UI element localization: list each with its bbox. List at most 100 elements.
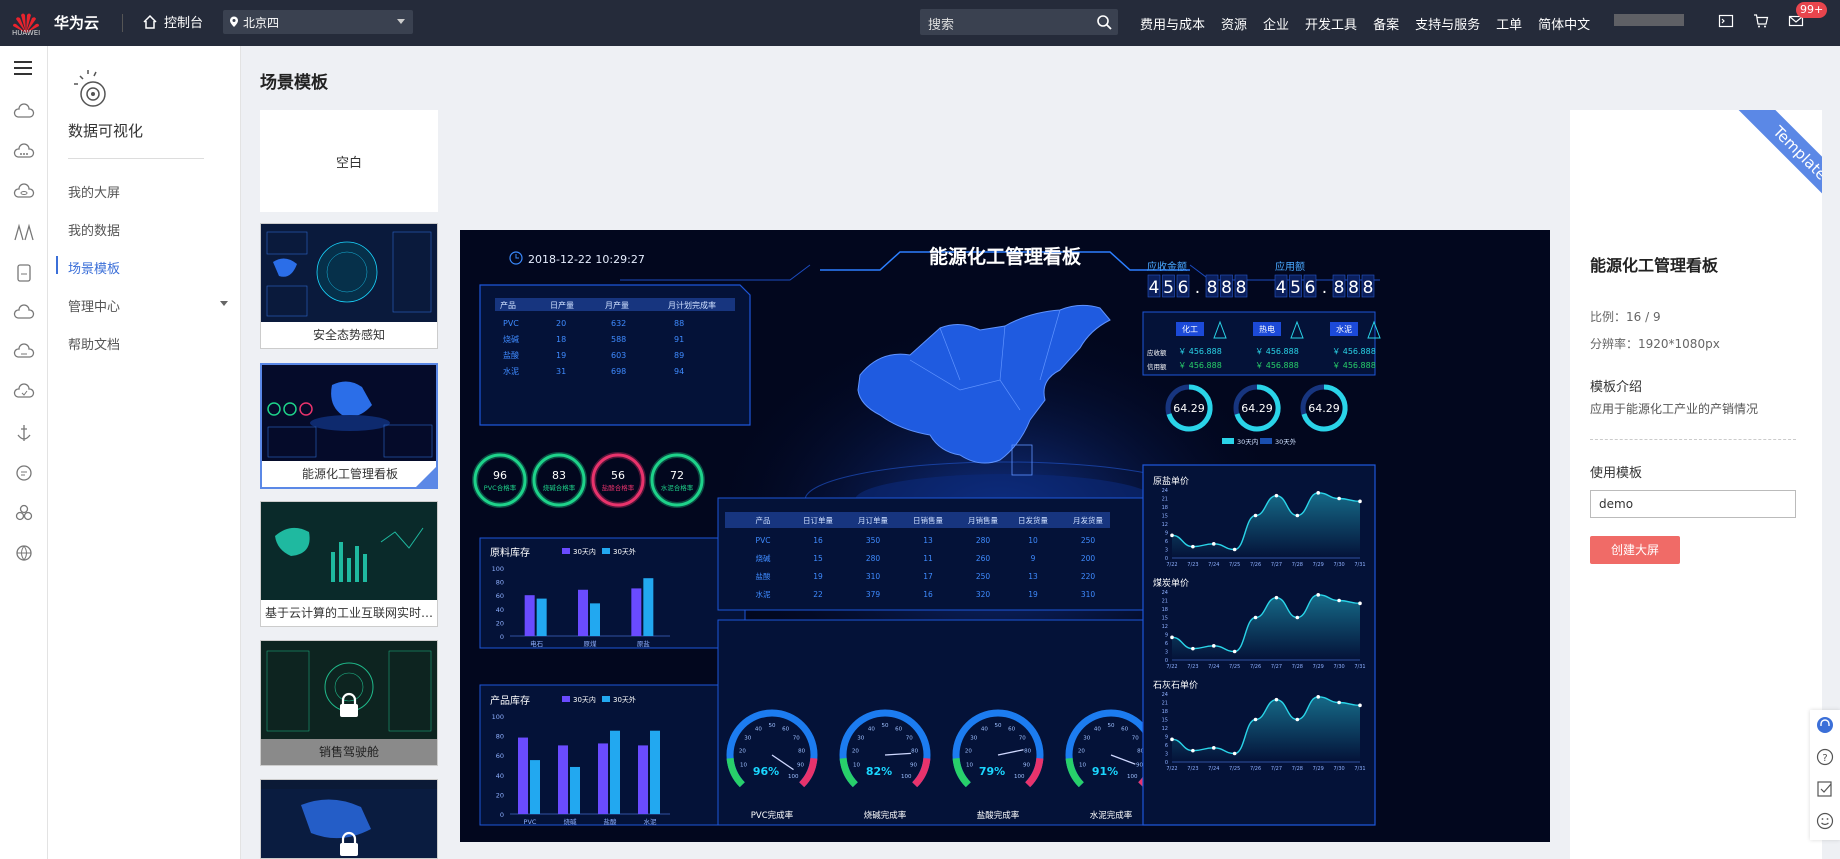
table-header: 月发货量 (1073, 515, 1103, 525)
y-tick: 3 (1165, 752, 1168, 758)
cloud-server-icon[interactable] (13, 102, 35, 124)
cart-icon[interactable] (1753, 13, 1769, 29)
nav-language[interactable]: 简体中文 (1538, 14, 1590, 33)
search-icon[interactable] (1096, 14, 1112, 30)
gauge-tick: 80 (1024, 748, 1031, 754)
gauge-tick: 100 (901, 774, 912, 780)
price-point (1253, 615, 1258, 620)
y-tick: 6 (1165, 539, 1168, 545)
y-tick: 6 (1165, 743, 1168, 749)
x-tick: 7/25 (1229, 664, 1240, 670)
feedback-icon[interactable] (1816, 780, 1834, 798)
account-name-redacted[interactable] (1614, 14, 1684, 26)
cloud-security-icon[interactable] (13, 382, 35, 404)
template-card-security[interactable]: 安全态势感知 (260, 223, 438, 349)
console-link[interactable]: 控制台 (142, 12, 203, 31)
gauge-tick: 10 (853, 762, 860, 768)
template-blank[interactable]: 空白 (260, 110, 438, 212)
nav-my-data[interactable]: 我的数据 (68, 220, 238, 239)
nav-cost[interactable]: 费用与成本 (1140, 14, 1205, 33)
price-point (1191, 748, 1195, 753)
service-sidebar: 数据可视化 我的大屏 我的数据 场景模板 管理中心 帮助文档 (48, 46, 241, 859)
x-tick: 原盐 (637, 639, 651, 648)
quality-label: 水泥合格率 (661, 483, 694, 492)
y-tick: 21 (1162, 599, 1168, 605)
template-card-sales[interactable]: 销售驾驶舱 (260, 640, 438, 766)
screen-name-input[interactable] (1590, 490, 1796, 518)
quality-value: 56 (611, 469, 625, 482)
cloud-network-icon[interactable] (13, 342, 35, 364)
globe-icon[interactable] (13, 542, 35, 564)
gauge-tick: 30 (970, 735, 977, 741)
x-tick: 7/25 (1229, 766, 1240, 772)
price-title: 原盐单价 (1153, 475, 1189, 487)
table-cell: 烧碱 (756, 553, 771, 563)
nav-help-docs[interactable]: 帮助文档 (68, 334, 238, 353)
nav-enterprise[interactable]: 企业 (1263, 14, 1289, 33)
x-tick: 7/27 (1271, 664, 1282, 670)
nav-scene-templates[interactable]: 场景模板 (56, 256, 238, 277)
left-rail (0, 46, 48, 859)
x-tick: 7/22 (1166, 766, 1177, 772)
bar-in30 (578, 589, 588, 636)
cluster-icon[interactable] (13, 502, 35, 524)
brand-name[interactable]: 华为云 (54, 12, 99, 33)
anchor-icon[interactable] (13, 422, 35, 444)
template-card-label: 销售驾驶舱 (261, 739, 437, 765)
chevron-down-icon (220, 301, 228, 306)
menu-icon[interactable] (13, 60, 33, 76)
nav-icp[interactable]: 备案 (1373, 14, 1399, 33)
table-cell: 19 (1028, 590, 1038, 599)
storage-icon[interactable] (13, 262, 35, 284)
table-cell: 盐酸 (756, 571, 771, 581)
smile-icon[interactable] (1816, 812, 1834, 830)
template-card-locked[interactable] (260, 779, 438, 859)
y-tick: 60 (496, 752, 504, 760)
table-cell: 16 (923, 590, 933, 599)
y-tick: 24 (1162, 590, 1168, 596)
template-card-energy[interactable]: 能源化工管理看板 (260, 363, 438, 489)
nav-tickets[interactable]: 工单 (1496, 14, 1522, 33)
y-tick: 21 (1162, 497, 1168, 503)
search-input[interactable]: 搜索 (920, 9, 1118, 35)
y-tick: 9 (1165, 633, 1168, 639)
y-tick: 100 (492, 565, 504, 573)
customer-service-icon[interactable] (1816, 716, 1834, 734)
floating-toolbar: ? (1810, 710, 1840, 840)
table-cell: 20 (556, 319, 566, 328)
price-point (1232, 649, 1237, 654)
create-screen-button[interactable]: 创建大屏 (1590, 536, 1680, 564)
bar-out30 (536, 598, 547, 636)
table-cell: 13 (1028, 572, 1038, 581)
table-cell: 200 (1081, 554, 1096, 563)
legend-swatch (1260, 438, 1272, 444)
table-cell: 22 (813, 590, 823, 599)
x-tick: 7/23 (1187, 664, 1198, 670)
cloud-database-icon[interactable] (13, 182, 35, 204)
chevron-down-icon (397, 19, 405, 24)
table-cell: 603 (611, 351, 626, 360)
bar-out30 (610, 730, 620, 814)
nav-devtools[interactable]: 开发工具 (1305, 14, 1357, 33)
x-tick: 7/31 (1354, 664, 1365, 670)
table-cell: 盐酸 (503, 350, 519, 360)
y-tick: 15 (1162, 718, 1168, 724)
table-header: 月订单量 (858, 515, 888, 525)
nav-resources[interactable]: 资源 (1221, 14, 1247, 33)
bridge-icon[interactable] (13, 222, 35, 244)
template-card-industrial-iot[interactable]: 基于云计算的工业互联网实时… (260, 501, 438, 627)
nav-my-screens[interactable]: 我的大屏 (68, 182, 238, 201)
y-tick: 18 (1162, 607, 1168, 613)
chat-icon[interactable] (13, 462, 35, 484)
nav-management-center[interactable]: 管理中心 (68, 296, 238, 315)
digit: 4 (1276, 278, 1287, 298)
cloud-compute-icon[interactable] (13, 142, 35, 164)
region-selector[interactable]: 北京四 (223, 10, 413, 34)
digit: 8 (1221, 278, 1232, 298)
dashboard-title: 能源化工管理看板 (929, 245, 1082, 268)
help-icon[interactable]: ? (1816, 748, 1834, 766)
digit: 5 (1290, 278, 1301, 298)
nav-support[interactable]: 支持与服务 (1415, 14, 1480, 33)
terminal-icon[interactable] (1718, 13, 1734, 29)
cloud-icon[interactable] (13, 302, 35, 324)
